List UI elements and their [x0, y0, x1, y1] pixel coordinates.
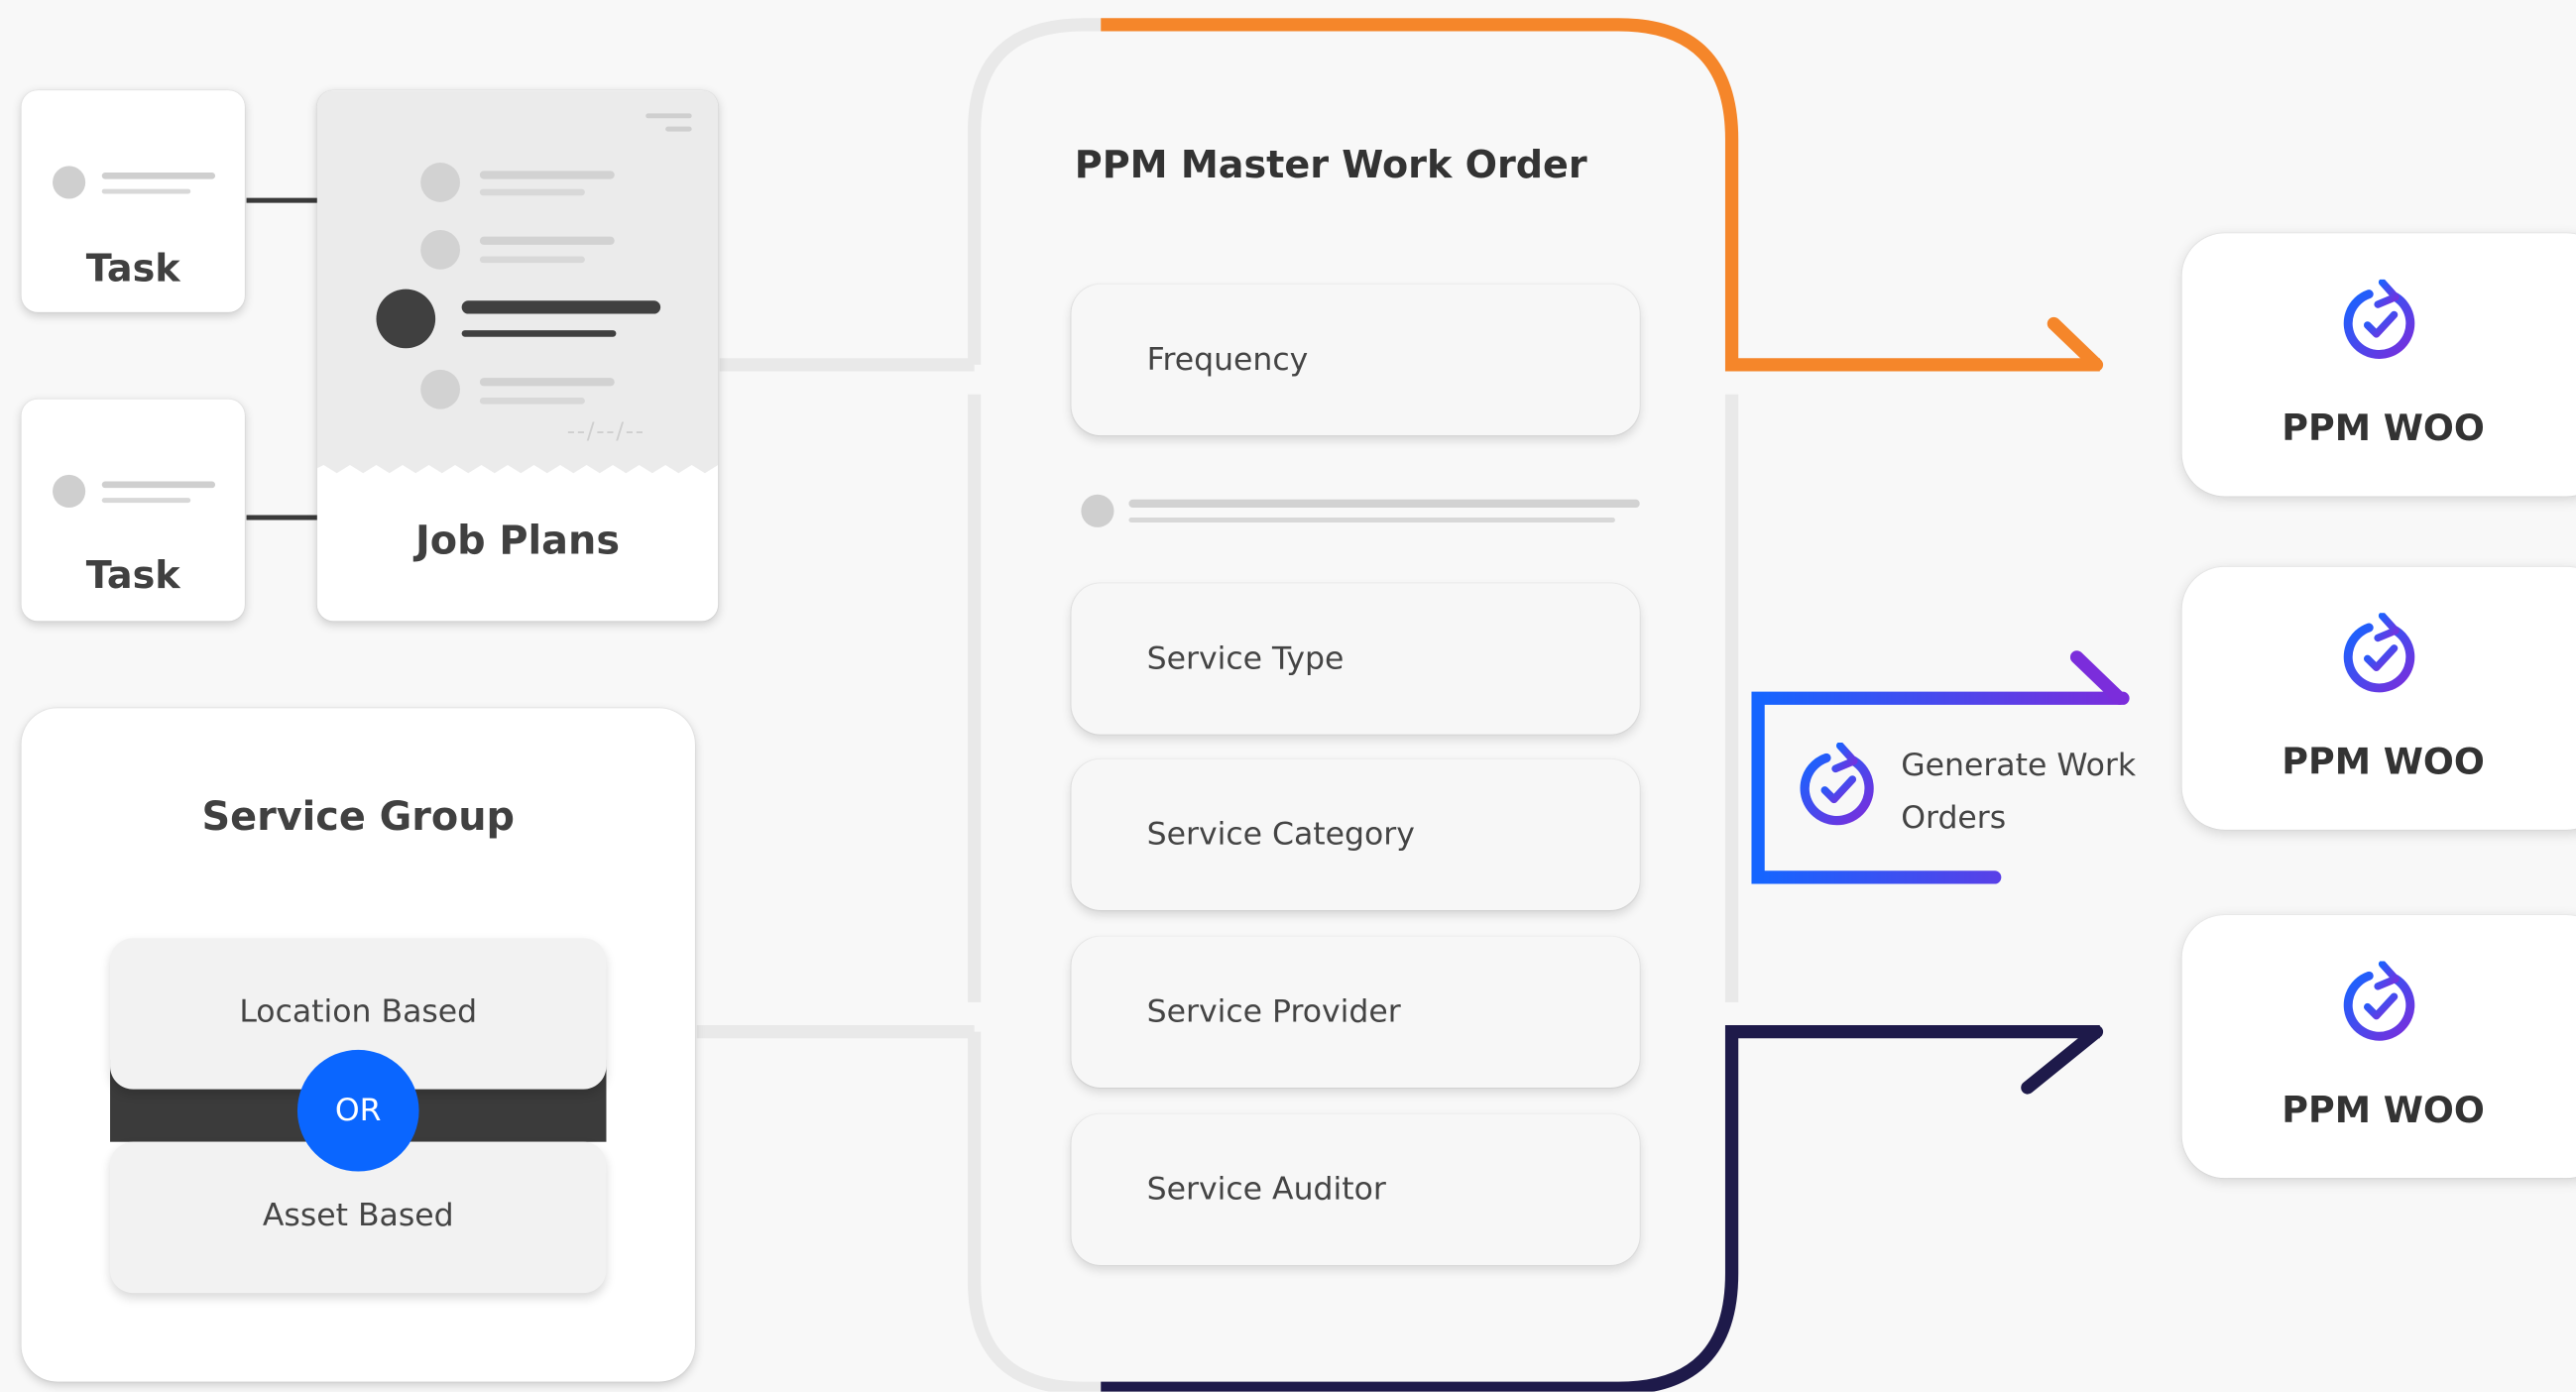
job-plans-document-graphic	[316, 90, 719, 474]
service-auditor-label: Service Auditor	[1146, 1171, 1386, 1208]
service-category-label: Service Category	[1146, 816, 1415, 854]
task-card-1[interactable]: Task	[21, 90, 245, 312]
ppm-woo-card-1[interactable]: PPM WOO	[2181, 233, 2576, 497]
refresh-check-icon	[2336, 613, 2424, 701]
task-label: Task	[85, 555, 180, 599]
service-provider-label: Service Provider	[1146, 993, 1401, 1031]
service-type-label: Service Type	[1146, 640, 1345, 677]
task-list-glyph	[53, 166, 216, 199]
task-card-2[interactable]: Task	[21, 399, 245, 622]
generate-line-1: Generate Work	[1901, 747, 2137, 784]
refresh-check-icon	[2336, 961, 2424, 1049]
master-work-order-title: PPM Master Work Order	[1074, 144, 1587, 187]
service-group-card[interactable]: Service Group Location Based Asset Based…	[21, 708, 695, 1382]
task-list-glyph	[53, 474, 216, 509]
generate-line-2: Orders	[1901, 800, 2007, 837]
ppm-woo-card-2[interactable]: PPM WOO	[2181, 566, 2576, 830]
service-provider-field[interactable]: Service Provider	[1071, 936, 1640, 1089]
asset-based-label: Asset Based	[262, 1198, 454, 1234]
ppm-woo-label: PPM WOO	[2282, 743, 2485, 784]
ppm-woo-label: PPM WOO	[2282, 408, 2485, 451]
generate-refresh-icon	[1805, 746, 1869, 821]
master-list-glyph	[1081, 494, 1640, 527]
refresh-check-icon	[2336, 280, 2424, 368]
navy-arrowhead	[2021, 1025, 2104, 1095]
service-type-field[interactable]: Service Type	[1071, 583, 1640, 735]
ppm-woo-label: PPM WOO	[2282, 1091, 2485, 1132]
job-plans-label: Job Plans	[414, 517, 621, 564]
task-label: Task	[85, 248, 180, 291]
or-badge: OR	[296, 1049, 419, 1172]
ppm-diagram: Task Task --/--/-- Job Plans Service Gro…	[0, 0, 2576, 1392]
service-category-field[interactable]: Service Category	[1071, 758, 1640, 911]
service-auditor-field[interactable]: Service Auditor	[1071, 1113, 1640, 1265]
ppm-woo-card-3[interactable]: PPM WOO	[2181, 915, 2576, 1179]
frequency-label: Frequency	[1146, 341, 1309, 379]
job-plans-card[interactable]: --/--/-- Job Plans	[316, 90, 719, 622]
frequency-field[interactable]: Frequency	[1071, 284, 1640, 436]
service-group-title: Service Group	[201, 793, 516, 840]
location-based-label: Location Based	[239, 993, 478, 1031]
date-placeholder: --/--/--	[566, 418, 645, 446]
generate-work-orders-text: Generate Work Orders	[1901, 740, 2136, 845]
